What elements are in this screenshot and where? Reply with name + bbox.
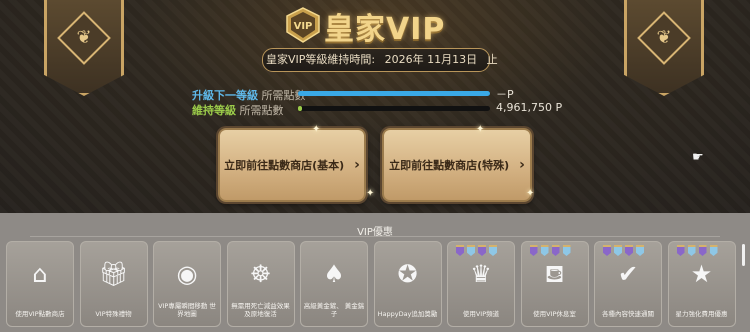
benefit-card[interactable]: 🎁︎ VIP特殊禮物: [79, 241, 148, 327]
upgrade-label-colored: 升級下一等級: [192, 89, 258, 102]
benefit-label: HappyDay追加獎勵: [377, 310, 438, 318]
upgrade-progress-fill: [298, 91, 490, 96]
upgrade-label: 升級下一等級 所需點數: [192, 87, 306, 103]
benefit-card[interactable]: ◉ VIP專屬瞬間移動 世界地圖: [153, 241, 221, 327]
check-icon: ✔: [617, 260, 639, 288]
tier-flag-icon: [551, 245, 560, 256]
vip-crest-icon: VIP: [286, 7, 320, 43]
benefit-card[interactable]: ⌂ 使用VIP點數商店: [6, 241, 74, 327]
sparkle: ✦: [526, 188, 535, 199]
benefit-card[interactable]: ⛾ 使用VIP休息室: [520, 241, 589, 327]
tier-flag-icon: [636, 245, 644, 256]
wheel-icon: ☸: [249, 260, 272, 288]
maintain-progress-bar: [298, 106, 490, 111]
benefit-label: VIP專屬瞬間移動 世界地圖: [158, 302, 216, 318]
crest-text: VIP: [294, 21, 313, 32]
tier-flag-icon: [562, 245, 571, 256]
benefit-card[interactable]: ★ 星力強化費用優惠: [667, 241, 736, 327]
mouse-cursor-icon: ☛: [692, 150, 704, 165]
maple-leaf-icon: ❦: [76, 27, 92, 48]
tier-flag-icon: [698, 245, 707, 256]
divider: [30, 236, 720, 237]
shop-special-label: 立即前往點數商店(特殊): [389, 159, 510, 172]
benefit-card[interactable]: ♛ 使用VIP頻道: [447, 241, 515, 327]
sparkle: ✦: [312, 124, 321, 135]
benefit-label: VIP特殊禮物: [95, 310, 132, 318]
period-suffix: 止: [486, 53, 498, 66]
shovel-icon: ♠: [323, 260, 345, 288]
maintain-progress-fill: [298, 106, 302, 111]
maintain-points-value: 4,961,750 P: [496, 101, 563, 114]
benefit-label: 各種內容快速通關: [602, 310, 654, 318]
sparkle: ✦: [476, 124, 485, 135]
tier-flag-icon: [467, 245, 475, 256]
maintain-label-colored: 維持等級: [192, 104, 236, 117]
tier-flag-icon: [614, 245, 622, 256]
upgrade-progress-bar: [298, 91, 490, 96]
benefit-label: 使用VIP頻道: [462, 310, 500, 318]
benefit-card[interactable]: ☸ 無需用死亡減益效果 及原地復活: [226, 241, 295, 327]
tier-flag-icon: [478, 245, 486, 256]
shop-basic-label: 立即前往點數商店(基本): [224, 159, 345, 172]
vip-title-area: VIP 皇家VIP: [284, 4, 484, 47]
sofa-icon: ⛾: [544, 260, 565, 288]
benefit-label: 星力強化費用優惠: [675, 310, 728, 318]
tier-flag-icon: [489, 245, 497, 256]
crown-icon: ♛: [470, 260, 492, 288]
scrollbar[interactable]: [742, 244, 745, 266]
tier-flags: [456, 241, 500, 260]
chevron-right-icon: ›: [519, 157, 525, 173]
shop-icon: ⌂: [32, 260, 48, 288]
tier-flag-icon: [687, 245, 696, 256]
tier-flag-icon: [540, 245, 549, 256]
tier-flags: [529, 241, 574, 260]
page-title: 皇家VIP: [324, 12, 446, 47]
benefit-label: 使用VIP點數商店: [15, 310, 65, 318]
tier-flag-icon: [676, 245, 685, 256]
shop-special-button[interactable]: 立即前往點數商店(特殊) ›: [382, 128, 532, 202]
tier-flag-icon: [603, 245, 611, 256]
maintain-label-rest: 所需點數: [239, 104, 284, 117]
vip-period: 皇家VIP等級維持時間: 2026年 11月13日 止: [262, 48, 498, 72]
benefit-label: 使用VIP休息室: [533, 310, 576, 318]
shop-basic-button[interactable]: 立即前往點數商店(基本) ›: [218, 128, 366, 202]
benefit-label: 無需用死亡減益效果 及原地復活: [231, 302, 290, 318]
tier-flags: [603, 241, 647, 260]
tier-flags: [676, 241, 721, 260]
maintain-label: 維持等級 所需點數: [192, 102, 284, 118]
tier-flag-icon: [709, 245, 718, 256]
star-icon: ★: [690, 260, 713, 288]
portal-icon: ◉: [176, 260, 198, 288]
chevron-right-icon: ›: [354, 157, 360, 173]
maple-leaf-icon: ❦: [656, 27, 672, 48]
tier-flag-icon: [529, 245, 538, 256]
period-label: 皇家VIP等級維持時間:: [266, 53, 376, 66]
badge-icon: ✪: [397, 260, 418, 288]
period-date: 2026年 11月13日: [384, 53, 478, 66]
benefit-card[interactable]: ♠ 高級黃金鏟、 黃金鎬子: [300, 241, 368, 327]
tier-flag-icon: [625, 245, 633, 256]
benefit-label: 高級黃金鏟、 黃金鎬子: [303, 302, 365, 318]
upgrade-points-value: －P: [496, 88, 514, 101]
benefit-card[interactable]: ✪ HappyDay追加獎勵: [373, 241, 442, 327]
tier-flag-icon: [456, 245, 464, 256]
gift-icon: 🎁︎: [98, 260, 129, 288]
sparkle: ✦: [366, 188, 375, 199]
benefit-card[interactable]: ✔ 各種內容快速通關: [594, 241, 662, 327]
